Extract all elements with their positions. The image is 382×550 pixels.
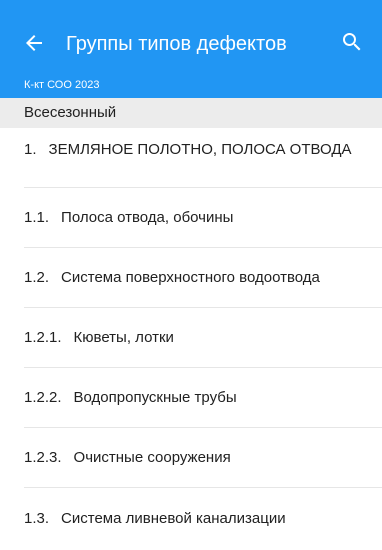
page-title: Группы типов дефектов [66, 33, 287, 55]
list-item[interactable]: 1.2.1. Кюветы, лотки [24, 308, 382, 368]
item-number: 1. [24, 141, 37, 158]
item-label: Водопропускные трубы [73, 389, 237, 406]
item-label: Система ливневой канализации [61, 509, 286, 527]
app-bar: Группы типов дефектов К-кт СОО 2023 [0, 0, 382, 98]
list-item[interactable]: 1.2.3. Очистные сооружения [24, 428, 382, 488]
search-icon[interactable] [340, 30, 364, 54]
list-item[interactable]: 1.3. Система ливневой канализации [24, 488, 382, 548]
item-label: Система поверхностного водоотвода [61, 269, 320, 286]
item-number: 1.2.3. [24, 449, 62, 466]
section-header: Всесезонный [0, 98, 382, 128]
item-label: Полоса отвода, обочины [61, 209, 234, 226]
defect-group-list: 1. ЗЕМЛЯНОЕ ПОЛОТНО, ПОЛОСА ОТВОДА 1.1. … [0, 128, 382, 548]
page-subtitle: К-кт СОО 2023 [24, 79, 100, 91]
item-number: 1.2.2. [24, 389, 62, 406]
item-label: Очистные сооружения [73, 449, 231, 466]
item-number: 1.2. [24, 269, 50, 286]
item-label: ЗЕМЛЯНОЕ ПОЛОТНО, ПОЛОСА ОТВОДА [48, 141, 352, 158]
list-item[interactable]: 1.2.2. Водопропускные трубы [24, 368, 382, 428]
list-item[interactable]: 1.2. Система поверхностного водоотвода [24, 248, 382, 308]
item-number: 1.2.1. [24, 329, 62, 346]
list-item[interactable]: 1.1. Полоса отвода, обочины [24, 188, 382, 248]
arrow-left-icon[interactable] [22, 31, 46, 55]
list-item[interactable]: 1. ЗЕМЛЯНОЕ ПОЛОТНО, ПОЛОСА ОТВОДА [24, 128, 382, 188]
item-number: 1.1. [24, 209, 50, 226]
item-number: 1.3. [24, 509, 50, 527]
item-label: Кюветы, лотки [73, 329, 174, 346]
